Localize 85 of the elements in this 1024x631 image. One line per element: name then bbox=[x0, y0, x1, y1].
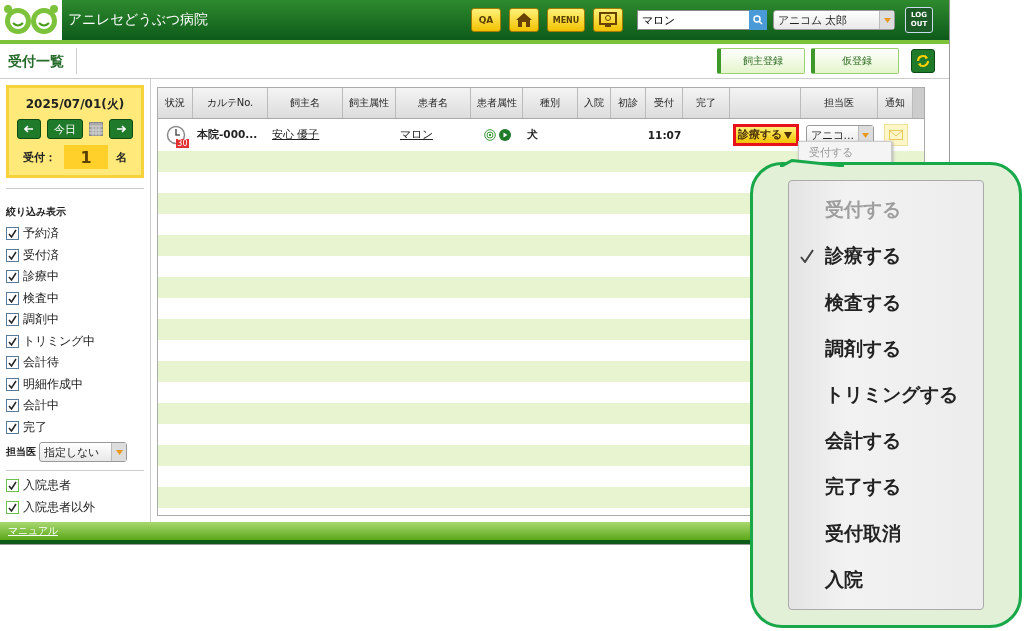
refresh-button[interactable] bbox=[911, 49, 935, 73]
column-header: 担当医 bbox=[801, 88, 878, 118]
column-header: 完了 bbox=[683, 88, 730, 118]
status-action-button[interactable]: 診療する bbox=[732, 124, 799, 146]
register-button[interactable]: 飼主登録 bbox=[717, 48, 805, 74]
menu-button[interactable]: MENU bbox=[547, 8, 585, 32]
home-icon bbox=[515, 12, 533, 28]
filter-label: 明細作成中 bbox=[23, 375, 83, 393]
previous-day-button[interactable] bbox=[17, 119, 41, 139]
menu-item[interactable]: 完了する bbox=[825, 474, 901, 501]
home-button[interactable] bbox=[509, 8, 539, 32]
checkbox[interactable] bbox=[6, 356, 19, 370]
filter-label: 入院患者以外 bbox=[23, 498, 95, 516]
column-header: 状況 bbox=[158, 88, 193, 118]
register-button[interactable]: 仮登録 bbox=[811, 48, 899, 74]
doctor-select[interactable]: 指定しない bbox=[39, 442, 127, 462]
filter-label: 検査中 bbox=[23, 289, 59, 307]
column-header: 種別 bbox=[523, 88, 578, 118]
column-header: 患者名 bbox=[396, 88, 471, 118]
minutes-badge: 30 bbox=[176, 139, 189, 148]
reception-label: 受付： bbox=[23, 149, 56, 165]
scrollbar bbox=[913, 88, 924, 118]
date-text: 2025/07/01(火) bbox=[25, 96, 125, 113]
menu-item[interactable]: 診療する bbox=[825, 243, 901, 270]
doctor-label: 担当医 bbox=[6, 445, 36, 459]
filter-label: 調剤中 bbox=[23, 311, 59, 329]
menu-item[interactable]: 調剤する bbox=[825, 335, 901, 362]
checkbox[interactable] bbox=[6, 377, 19, 391]
filter-label: 診療中 bbox=[23, 268, 59, 286]
filter-label: 会計中 bbox=[23, 397, 59, 415]
checkbox[interactable] bbox=[6, 500, 19, 514]
today-button[interactable]: 今日 bbox=[47, 119, 83, 139]
play-icon[interactable] bbox=[498, 129, 511, 141]
checkbox[interactable] bbox=[6, 270, 19, 284]
checkbox[interactable] bbox=[6, 248, 19, 262]
filter-label: 完了 bbox=[23, 418, 47, 436]
caret-icon bbox=[862, 132, 869, 138]
checkbox[interactable] bbox=[6, 291, 19, 305]
menu-item[interactable]: 検査する bbox=[825, 289, 901, 316]
qa-button[interactable]: QA bbox=[471, 8, 501, 32]
filter-label: 入院患者 bbox=[23, 477, 71, 495]
user-select[interactable]: アニコム 太郎 bbox=[773, 10, 895, 30]
chart-number: 本院-000... bbox=[196, 127, 259, 142]
filter-label: トリミング中 bbox=[23, 332, 95, 350]
menu-item[interactable]: 入院 bbox=[825, 566, 863, 593]
column-header: 初診 bbox=[611, 88, 646, 118]
filter-label: 会計待 bbox=[23, 354, 59, 372]
checkbox[interactable] bbox=[6, 399, 19, 413]
column-header: 患者属性 bbox=[471, 88, 523, 118]
reception-count: 1 bbox=[64, 145, 108, 169]
caret-icon bbox=[883, 17, 891, 23]
menu-item[interactable]: 受付取消 bbox=[825, 520, 901, 547]
next-day-button[interactable] bbox=[109, 119, 133, 139]
column-header: 飼主属性 bbox=[343, 88, 396, 118]
right-arrow-icon bbox=[116, 125, 126, 133]
filter-label: 受付済 bbox=[23, 246, 59, 264]
menu-item[interactable]: トリミングする bbox=[825, 382, 958, 408]
column-header: 入院 bbox=[578, 88, 611, 118]
refresh-icon bbox=[916, 54, 930, 68]
checkbox[interactable] bbox=[6, 420, 19, 434]
reception-time: 11:07 bbox=[646, 128, 683, 143]
column-header: 受付 bbox=[646, 88, 683, 118]
checkbox[interactable] bbox=[6, 313, 19, 327]
caret-icon bbox=[783, 131, 792, 139]
owner-name-link[interactable]: 安心 優子 bbox=[268, 119, 343, 151]
count-unit: 名 bbox=[116, 149, 127, 165]
clinic-name: アニレセどうぶつ病院 bbox=[68, 11, 208, 29]
checkbox[interactable] bbox=[6, 227, 19, 241]
filter-label: 予約済 bbox=[23, 225, 59, 243]
search-icon[interactable] bbox=[749, 10, 767, 30]
left-arrow-icon bbox=[24, 125, 34, 133]
search-field[interactable]: マロン bbox=[637, 10, 749, 30]
page-title: 受付一覧 bbox=[0, 48, 77, 74]
monitor-icon bbox=[599, 12, 617, 28]
caret-icon bbox=[115, 449, 123, 455]
column-header: 飼主名 bbox=[268, 88, 343, 118]
checkbox[interactable] bbox=[6, 334, 19, 348]
menu-item[interactable]: 会計する bbox=[825, 428, 901, 455]
target-icon bbox=[483, 129, 496, 141]
monitor-button[interactable] bbox=[593, 8, 623, 32]
patient-name-link[interactable]: マロン bbox=[396, 119, 471, 151]
filter-title: 絞り込み表示 bbox=[6, 205, 67, 219]
species: 犬 bbox=[526, 127, 539, 142]
checkbox[interactable] bbox=[6, 479, 19, 493]
column-header: カルテNo. bbox=[193, 88, 268, 118]
